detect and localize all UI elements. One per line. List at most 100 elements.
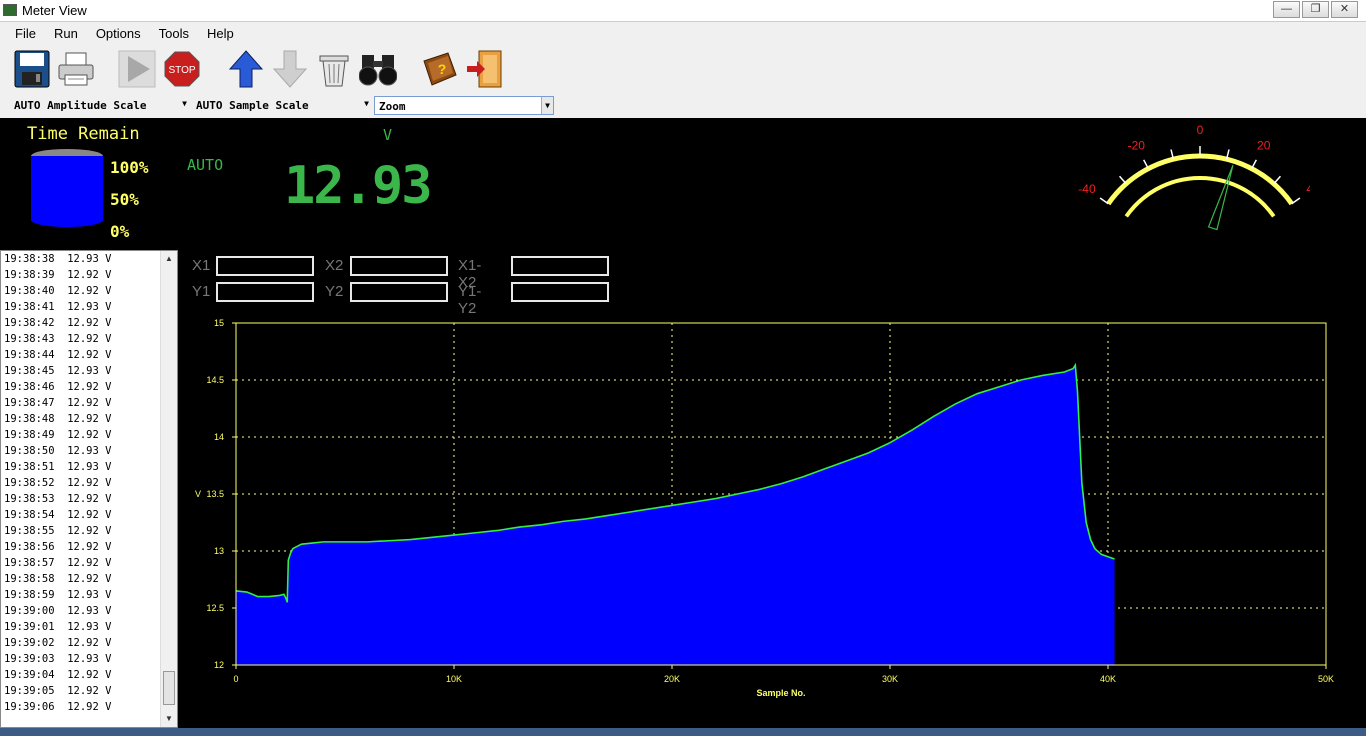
log-row[interactable]: 19:39:03 12.93 V <box>1 651 177 667</box>
log-row[interactable]: 19:38:55 12.92 V <box>1 523 177 539</box>
binoculars-icon <box>359 55 397 86</box>
upload-button[interactable] <box>226 48 266 90</box>
zoom-select[interactable]: Zoom ▼ <box>374 96 554 115</box>
menu-help[interactable]: Help <box>198 22 243 44</box>
help-button[interactable]: ? <box>420 48 460 90</box>
stop-label: STOP <box>168 65 195 76</box>
y1-y2-field <box>511 282 609 302</box>
amplitude-scale-value: AUTO Amplitude Scale <box>14 99 147 112</box>
save-button[interactable] <box>12 48 52 90</box>
x1-label: X1 <box>192 257 211 274</box>
voltage-chart[interactable]: 0 10K 20K 30K 40K 50K 12 12.5 13 13.5 14 14.5 15 Samp… <box>186 312 1346 707</box>
log-row[interactable]: 19:38:44 12.92 V <box>1 347 177 363</box>
log-row[interactable]: 19:38:42 12.92 V <box>1 315 177 331</box>
x-tick-label: 30K <box>882 674 898 684</box>
analog-gauge: -40 -20 0 20 40 <box>1078 123 1310 231</box>
log-row[interactable]: 19:39:01 12.93 V <box>1 619 177 635</box>
log-row[interactable]: 19:38:59 12.93 V <box>1 587 177 603</box>
series-area <box>236 365 1115 665</box>
chevron-down-icon: ▼ <box>541 97 553 114</box>
level-tank-icon <box>31 149 103 227</box>
log-row[interactable]: 19:38:50 12.93 V <box>1 443 177 459</box>
download-button[interactable] <box>270 48 310 90</box>
stop-button[interactable]: STOP <box>162 48 202 90</box>
gauge-tick-label: -40 <box>1078 182 1096 196</box>
y-axis-label: V <box>195 489 201 499</box>
log-row[interactable]: 19:38:46 12.92 V <box>1 379 177 395</box>
minimize-button[interactable]: — <box>1273 1 1300 18</box>
log-row[interactable]: 19:38:57 12.92 V <box>1 555 177 571</box>
menu-tools[interactable]: Tools <box>150 22 198 44</box>
clear-button[interactable] <box>314 48 354 90</box>
y2-label: Y2 <box>325 283 344 300</box>
x-tick-label: 20K <box>664 674 680 684</box>
chevron-down-icon: ▼ <box>182 99 187 108</box>
reading-log[interactable]: 19:38:38 12.93 V 19:38:39 12.92 V 19:38:40… <box>0 250 178 728</box>
log-row[interactable]: 19:38:39 12.92 V <box>1 267 177 283</box>
gauge-tick <box>1291 197 1301 205</box>
print-button[interactable] <box>56 48 96 90</box>
gauge-inner-arc <box>1124 176 1276 218</box>
log-row[interactable]: 19:38:54 12.92 V <box>1 507 177 523</box>
log-row[interactable]: 19:38:47 12.92 V <box>1 395 177 411</box>
log-row[interactable]: 19:39:02 12.92 V <box>1 635 177 651</box>
window-title: Meter View <box>22 3 87 18</box>
sample-scale-select[interactable]: AUTO Sample Scale ▼ <box>192 96 372 115</box>
log-row[interactable]: 19:39:00 12.93 V <box>1 603 177 619</box>
log-row[interactable]: 19:38:49 12.92 V <box>1 427 177 443</box>
gauge-tick-label: 40 <box>1306 182 1310 196</box>
log-row[interactable]: 19:38:40 12.92 V <box>1 283 177 299</box>
title-bar: Meter View — ❐ ✕ <box>0 0 1366 22</box>
scroll-up-icon[interactable]: ▲ <box>161 251 177 267</box>
printer-icon <box>58 52 94 86</box>
log-row[interactable]: 19:38:38 12.93 V <box>1 251 177 267</box>
y-tick-label: 13.5 <box>206 489 224 499</box>
level-100: 100% <box>110 158 149 177</box>
log-row[interactable]: 19:38:56 12.92 V <box>1 539 177 555</box>
y-tick-label: 12 <box>214 660 224 670</box>
log-row[interactable]: 19:39:05 12.92 V <box>1 683 177 699</box>
toolbar: STOP ? <box>0 44 1366 94</box>
sample-scale-value: AUTO Sample Scale <box>196 99 309 112</box>
gauge-tick-label: 0 <box>1197 123 1204 137</box>
x-tick-label: 10K <box>446 674 462 684</box>
chevron-down-icon: ▼ <box>364 99 369 108</box>
log-row[interactable]: 19:39:06 12.92 V <box>1 699 177 715</box>
scroll-down-icon[interactable]: ▼ <box>161 711 177 727</box>
menu-run[interactable]: Run <box>45 22 87 44</box>
menu-options[interactable]: Options <box>87 22 150 44</box>
maximize-button[interactable]: ❐ <box>1302 1 1329 18</box>
x-tick-label: 50K <box>1318 674 1334 684</box>
find-button[interactable] <box>358 48 398 90</box>
log-row[interactable]: 19:38:52 12.92 V <box>1 475 177 491</box>
stop-sign-icon: STOP <box>164 51 200 87</box>
amplitude-scale-select[interactable]: AUTO Amplitude Scale ▼ <box>10 96 190 115</box>
gauge-needle <box>1207 164 1234 231</box>
app-icon <box>3 4 17 16</box>
gauge-tick-label: -20 <box>1128 139 1146 153</box>
trash-can-icon <box>319 55 349 87</box>
scroll-thumb[interactable] <box>163 671 175 705</box>
log-row[interactable]: 19:38:58 12.92 V <box>1 571 177 587</box>
log-row[interactable]: 19:38:51 12.93 V <box>1 459 177 475</box>
down-arrow-icon <box>272 50 308 88</box>
log-row[interactable]: 19:38:53 12.92 V <box>1 491 177 507</box>
close-button[interactable]: ✕ <box>1331 1 1358 18</box>
log-row[interactable]: 19:38:48 12.92 V <box>1 411 177 427</box>
log-row[interactable]: 19:38:45 12.93 V <box>1 363 177 379</box>
exit-button[interactable] <box>464 48 504 90</box>
gauge-tick <box>1118 175 1127 185</box>
log-row[interactable]: 19:38:41 12.93 V <box>1 299 177 315</box>
log-row[interactable]: 19:39:04 12.92 V <box>1 667 177 683</box>
y-tick-label: 12.5 <box>206 603 224 613</box>
log-scrollbar[interactable]: ▲ ▼ <box>160 251 177 727</box>
y-tick-label: 13 <box>214 546 224 556</box>
play-icon <box>118 50 156 88</box>
menu-file[interactable]: File <box>6 22 45 44</box>
y1-field <box>216 282 314 302</box>
x2-field <box>350 256 448 276</box>
run-button[interactable] <box>117 48 157 90</box>
svg-text:?: ? <box>438 61 447 77</box>
level-50: 50% <box>110 190 139 209</box>
log-row[interactable]: 19:38:43 12.92 V <box>1 331 177 347</box>
